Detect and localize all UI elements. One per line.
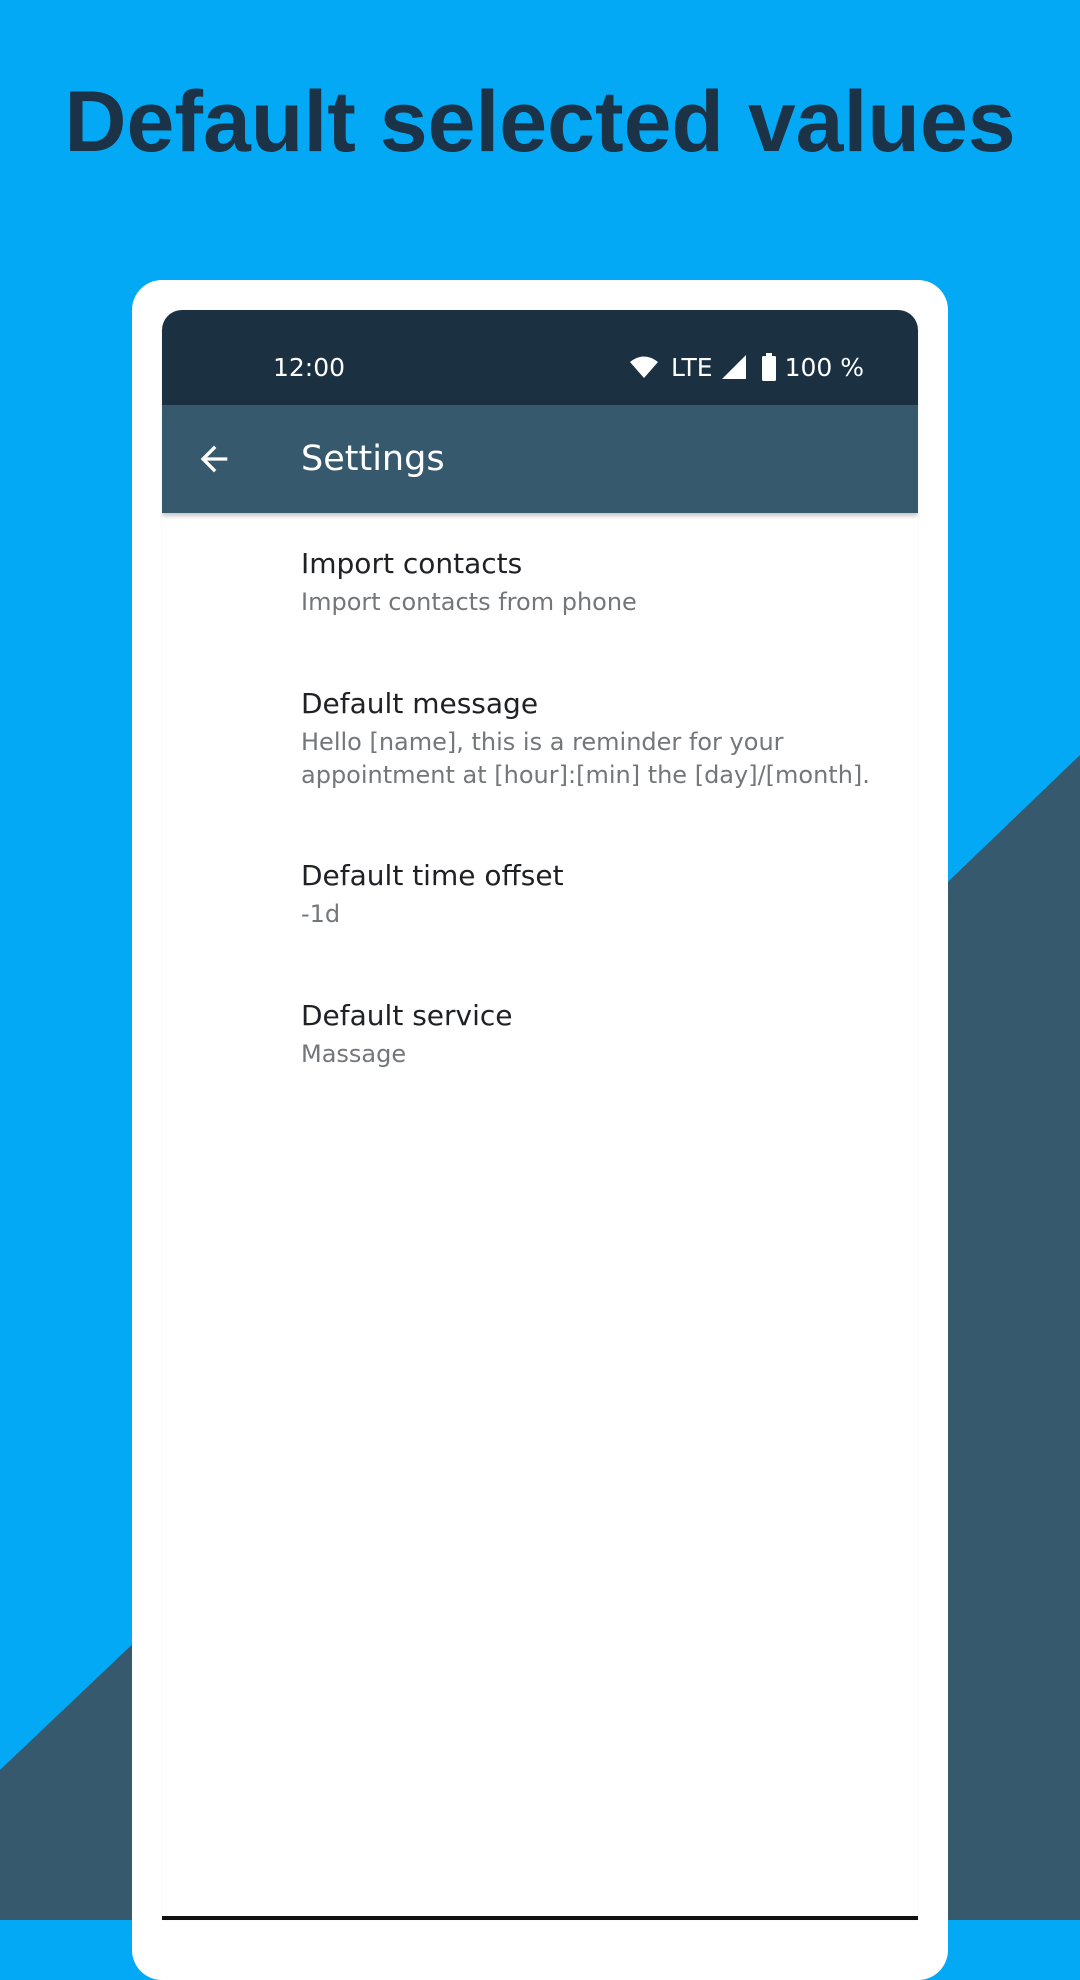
- pref-import-contacts[interactable]: Import contacts Import contacts from pho…: [162, 513, 918, 653]
- pref-summary: Hello [name], this is a reminder for you…: [301, 728, 870, 789]
- back-arrow-icon[interactable]: [194, 439, 234, 479]
- wifi-icon: [630, 356, 659, 378]
- pref-title: Import contacts: [301, 547, 523, 580]
- pref-default-service[interactable]: Default service Massage: [162, 965, 918, 1105]
- phone-screen: 12:00 LTE 100 % Settings Import contacts: [162, 310, 918, 1920]
- status-icons: LTE 100 %: [629, 352, 864, 382]
- app-bar: Settings: [162, 405, 918, 513]
- battery-icon: [761, 353, 776, 381]
- pref-summary: -1d: [301, 900, 341, 928]
- pref-title: Default message: [301, 687, 539, 720]
- pref-title: Default time offset: [301, 859, 564, 892]
- pref-title: Default service: [301, 999, 513, 1032]
- promo-headline: Default selected values: [64, 74, 1016, 170]
- pref-default-time-offset[interactable]: Default time offset -1d: [162, 825, 918, 965]
- signal-icon: [721, 355, 746, 379]
- pref-summary: Massage: [301, 1040, 407, 1068]
- navigation-bar-edge: [162, 1916, 918, 1920]
- network-label: LTE: [671, 352, 713, 382]
- pref-default-message[interactable]: Default message Hello [name], this is a …: [162, 653, 918, 825]
- battery-level: 100 %: [784, 352, 864, 382]
- pref-summary: Import contacts from phone: [301, 588, 637, 616]
- status-bar: 12:00 LTE 100 %: [162, 310, 918, 405]
- page-title: Settings: [301, 439, 445, 479]
